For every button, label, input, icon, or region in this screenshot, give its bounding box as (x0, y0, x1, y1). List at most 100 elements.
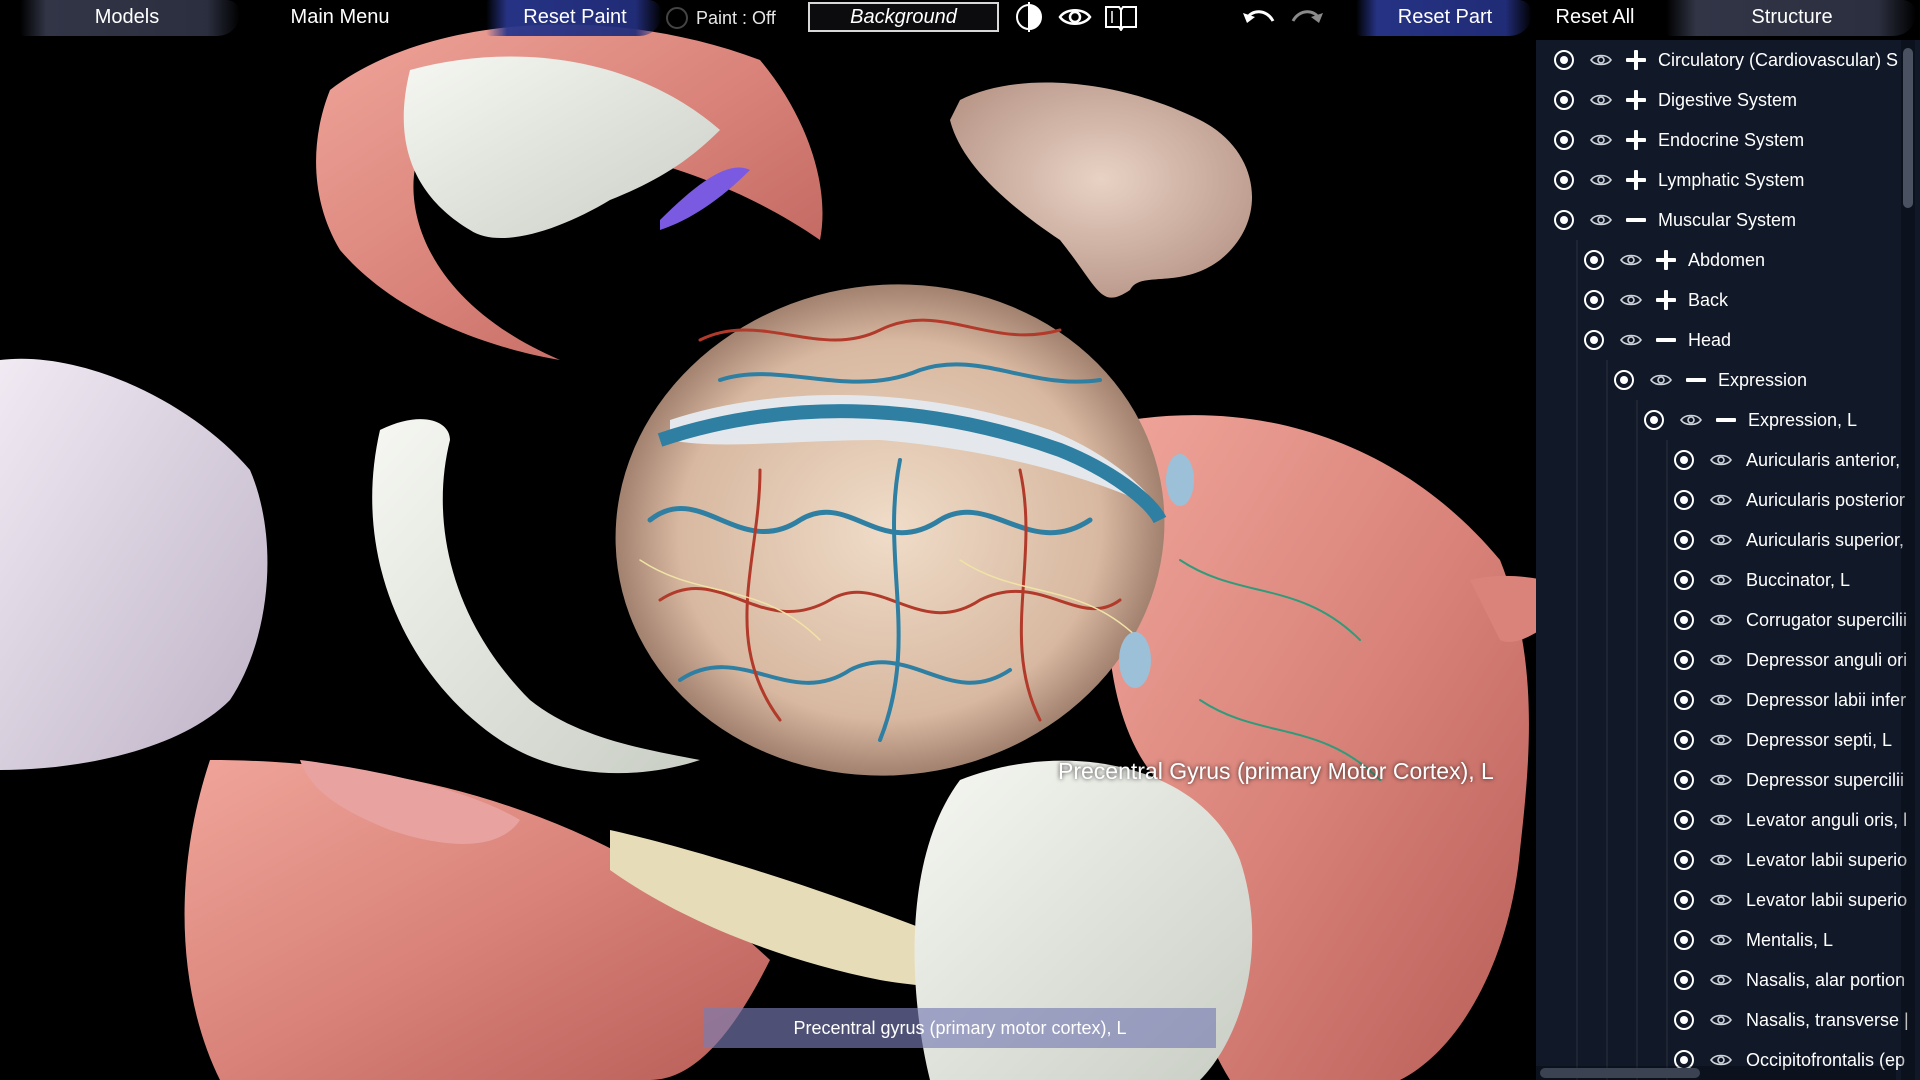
anatomy-scene[interactable] (0, 0, 1540, 1080)
expand-plus-icon[interactable] (1626, 50, 1646, 70)
panel-hscrollbar-thumb[interactable] (1540, 1068, 1700, 1078)
collapse-minus-icon[interactable] (1686, 370, 1706, 390)
visibility-eye-icon[interactable] (1710, 573, 1732, 587)
tree-item[interactable]: Expression, L (1644, 400, 1857, 440)
eye-lower[interactable] (1119, 632, 1151, 688)
visibility-eye-icon[interactable] (1710, 653, 1732, 667)
reset-paint-button[interactable]: Reset Paint (500, 0, 650, 34)
visibility-eye-icon[interactable] (1710, 613, 1732, 627)
visibility-eye-icon[interactable] (1590, 53, 1612, 67)
skin-shell-left[interactable] (0, 358, 268, 770)
isolate-radio-icon[interactable] (1644, 410, 1664, 430)
isolate-radio-icon[interactable] (1674, 690, 1694, 710)
isolate-radio-icon[interactable] (1674, 810, 1694, 830)
isolate-radio-icon[interactable] (1674, 490, 1694, 510)
expand-plus-icon[interactable] (1656, 250, 1676, 270)
tree-item[interactable]: Endocrine System (1554, 120, 1804, 160)
background-selector[interactable]: Background (808, 2, 999, 32)
visibility-eye-icon[interactable] (1710, 1013, 1732, 1027)
collapse-minus-icon[interactable] (1626, 210, 1646, 230)
tree-item[interactable]: Expression (1614, 360, 1807, 400)
main-menu-button[interactable]: Main Menu (270, 0, 410, 34)
panel-scrollbar-thumb[interactable] (1903, 48, 1913, 208)
collapse-minus-icon[interactable] (1716, 410, 1736, 430)
tree-item[interactable]: Abdomen (1584, 240, 1765, 280)
collapse-minus-icon[interactable] (1656, 330, 1676, 350)
isolate-radio-icon[interactable] (1674, 570, 1694, 590)
visibility-eye-icon[interactable] (1590, 213, 1612, 227)
visibility-eye-icon[interactable] (1710, 893, 1732, 907)
selected-part-bar[interactable]: Precentral gyrus (primary motor cortex),… (704, 1008, 1216, 1048)
visibility-eye-icon[interactable] (1590, 173, 1612, 187)
tree-item[interactable]: Auricularis anterior, (1674, 440, 1900, 480)
isolate-radio-icon[interactable] (1674, 930, 1694, 950)
tree-item[interactable]: Lymphatic System (1554, 160, 1804, 200)
isolate-radio-icon[interactable] (1554, 50, 1574, 70)
visibility-eye-icon[interactable] (1710, 773, 1732, 787)
visibility-eye-icon[interactable] (1620, 333, 1642, 347)
isolate-radio-icon[interactable] (1674, 530, 1694, 550)
tree-item[interactable]: Auricularis superior, (1674, 520, 1904, 560)
visibility-eye-icon[interactable] (1590, 93, 1612, 107)
structure-panel[interactable]: Circulatory (Cardiovascular) S Digestive … (1536, 40, 1920, 1080)
tree-item[interactable]: Mentalis, L (1674, 920, 1833, 960)
visibility-eye-icon[interactable] (1680, 413, 1702, 427)
visibility-eye-icon[interactable] (1710, 453, 1732, 467)
tree-item[interactable]: Levator labii superio (1674, 840, 1907, 880)
visibility-eye-icon[interactable] (1710, 493, 1732, 507)
visibility-eye-icon[interactable] (1710, 933, 1732, 947)
3d-viewport[interactable] (0, 0, 1540, 1080)
tree-item[interactable]: Depressor septi, L (1674, 720, 1892, 760)
isolate-radio-icon[interactable] (1584, 290, 1604, 310)
tree-item[interactable]: Depressor labii infer (1674, 680, 1906, 720)
isolate-radio-icon[interactable] (1674, 770, 1694, 790)
visibility-eye-icon[interactable] (1620, 293, 1642, 307)
models-button[interactable]: Models (42, 0, 212, 34)
eye-icon[interactable] (1057, 2, 1093, 32)
book-icon[interactable] (1103, 2, 1139, 32)
visibility-eye-icon[interactable] (1710, 973, 1732, 987)
visibility-eye-icon[interactable] (1590, 133, 1612, 147)
isolate-radio-icon[interactable] (1674, 850, 1694, 870)
cerebellum[interactable] (950, 82, 1253, 298)
tree-item[interactable]: Back (1584, 280, 1728, 320)
isolate-radio-icon[interactable] (1554, 210, 1574, 230)
isolate-radio-icon[interactable] (1674, 610, 1694, 630)
tree-item[interactable]: Levator anguli oris, l (1674, 800, 1907, 840)
tree-item[interactable]: Circulatory (Cardiovascular) S (1554, 40, 1898, 80)
visibility-eye-icon[interactable] (1710, 853, 1732, 867)
isolate-radio-icon[interactable] (1674, 890, 1694, 910)
visibility-eye-icon[interactable] (1710, 1053, 1732, 1067)
structure-tab[interactable]: Structure (1700, 0, 1884, 34)
isolate-radio-icon[interactable] (1674, 650, 1694, 670)
tree-item[interactable]: Head (1584, 320, 1731, 360)
reset-part-button[interactable]: Reset Part (1370, 0, 1520, 34)
tree-item[interactable]: Depressor supercilii (1674, 760, 1904, 800)
isolate-radio-icon[interactable] (1674, 970, 1694, 990)
isolate-radio-icon[interactable] (1614, 370, 1634, 390)
expand-plus-icon[interactable] (1626, 90, 1646, 110)
tree-item[interactable]: Depressor anguli ori (1674, 640, 1907, 680)
visibility-eye-icon[interactable] (1710, 813, 1732, 827)
tree-item[interactable]: Muscular System (1554, 200, 1796, 240)
isolate-radio-icon[interactable] (1554, 90, 1574, 110)
tree-item[interactable]: Corrugator supercilii (1674, 600, 1907, 640)
expand-plus-icon[interactable] (1626, 130, 1646, 150)
isolate-radio-icon[interactable] (1674, 1010, 1694, 1030)
contrast-icon[interactable] (1011, 2, 1047, 32)
tree-item[interactable]: Nasalis, transverse | (1674, 1000, 1909, 1040)
undo-icon[interactable] (1241, 2, 1277, 32)
visibility-eye-icon[interactable] (1650, 373, 1672, 387)
paint-toggle[interactable]: Paint : Off (666, 6, 776, 30)
redo-icon[interactable] (1289, 2, 1325, 32)
tree-item[interactable]: Auricularis posterior (1674, 480, 1905, 520)
isolate-radio-icon[interactable] (1554, 130, 1574, 150)
tree-item[interactable]: Levator labii superio (1674, 880, 1907, 920)
visibility-eye-icon[interactable] (1620, 253, 1642, 267)
isolate-radio-icon[interactable] (1584, 250, 1604, 270)
eye-upper[interactable] (1166, 454, 1194, 506)
isolate-radio-icon[interactable] (1554, 170, 1574, 190)
visibility-eye-icon[interactable] (1710, 533, 1732, 547)
expand-plus-icon[interactable] (1626, 170, 1646, 190)
visibility-eye-icon[interactable] (1710, 693, 1732, 707)
